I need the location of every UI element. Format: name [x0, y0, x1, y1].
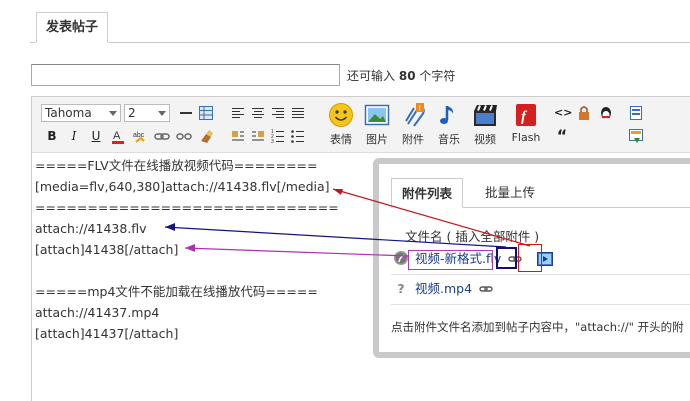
font-family-select[interactable]: Tahoma [41, 104, 121, 122]
page-icon[interactable] [628, 105, 644, 121]
attachment-help-text: 点击附件文件名添加到帖子内容中，"attach://" 开头的附 [391, 320, 684, 334]
quote-icon[interactable]: “ [554, 128, 570, 144]
font-size-select[interactable]: 2 [124, 104, 170, 122]
chevron-down-icon [158, 111, 166, 116]
chevron-down-icon [109, 111, 117, 116]
hide-content-icon[interactable] [576, 105, 592, 121]
attachment-tabs: 附件列表 批量上传 [391, 178, 690, 208]
divider [391, 274, 690, 275]
text-color-icon[interactable]: A [110, 128, 126, 144]
align-right-icon[interactable] [270, 105, 286, 121]
float-left-icon[interactable] [230, 128, 246, 144]
highlight-media-box [518, 244, 542, 272]
qq-icon[interactable] [598, 105, 614, 121]
content-line: [attach]41437[/attach] [35, 326, 179, 341]
remaining-chars: 还可输入 80 个字符 [347, 67, 455, 84]
link-icon[interactable] [154, 128, 170, 144]
remaining-prefix: 还可输入 [347, 69, 396, 83]
align-justify-icon[interactable] [290, 105, 306, 121]
editor-toolbar: Tahoma 2 B I U A abc 123 表情 图片 ! 附件 音乐 视… [32, 97, 690, 153]
divider [391, 304, 690, 305]
highlight-filename-box [408, 250, 493, 270]
clear-format-icon[interactable] [198, 128, 214, 144]
remaining-suffix: 个字符 [419, 69, 456, 83]
attachment-label: 附件 [402, 133, 424, 146]
content-line [35, 260, 375, 281]
music-label: 音乐 [438, 133, 460, 146]
smiley-button[interactable]: 表情 [324, 102, 358, 150]
ordered-list-icon[interactable]: 123 [270, 128, 286, 145]
video-icon [472, 102, 498, 128]
tab-post[interactable]: 发表帖子 [36, 12, 108, 43]
bold-icon[interactable]: B [44, 128, 60, 144]
underline-icon[interactable]: U [88, 128, 104, 144]
code-icon[interactable]: <> [554, 105, 572, 121]
attach-icon: ! [400, 102, 426, 128]
table-icon[interactable] [198, 105, 214, 121]
svg-text:abc: abc [133, 132, 145, 139]
italic-icon[interactable]: I [66, 128, 82, 144]
unordered-list-icon[interactable] [290, 128, 306, 144]
content-line: ============================= [35, 200, 339, 215]
unlink-icon[interactable] [176, 128, 192, 144]
font-size-value: 2 [128, 106, 136, 120]
svg-text:3: 3 [271, 139, 274, 144]
smile-icon [328, 102, 354, 128]
font-family-value: Tahoma [45, 106, 92, 120]
tab-attachment-list[interactable]: 附件列表 [391, 178, 464, 208]
align-center-icon[interactable] [250, 105, 266, 121]
content-line: attach://41437.mp4 [35, 305, 160, 320]
svg-text:A: A [113, 130, 121, 142]
image-label: 图片 [366, 133, 388, 146]
remaining-count: 80 [398, 69, 416, 83]
content-line: =====FLV文件在线播放视频代码======== [35, 158, 318, 173]
flash-label: Flash [511, 131, 541, 144]
bg-color-icon[interactable]: abc [132, 128, 148, 144]
image-icon [364, 102, 390, 128]
content-line: [media=flv,640,380]attach://41438.flv[/m… [35, 179, 330, 194]
flash-file-icon [393, 250, 409, 266]
content-line: attach://41438.flv [35, 221, 147, 236]
horizontal-rule-icon[interactable] [178, 105, 194, 121]
editor-content[interactable]: =====FLV文件在线播放视频代码======== [media=flv,64… [35, 155, 375, 344]
content-line: [attach]41438[/attach] [35, 242, 179, 257]
float-right-icon[interactable] [250, 128, 266, 144]
align-left-icon[interactable] [230, 105, 246, 121]
music-button[interactable]: 音乐 [432, 102, 466, 150]
attachment-link-mp4[interactable]: 视频.mp4 [415, 281, 472, 296]
attachment-button[interactable]: ! 附件 [396, 102, 430, 150]
image-button[interactable]: 图片 [360, 102, 394, 150]
content-line: =====mp4文件不能加载在线播放代码===== [35, 284, 318, 299]
tab-batch-upload[interactable]: 批量上传 [475, 178, 545, 208]
music-icon [436, 102, 462, 128]
subject-input[interactable] [31, 64, 340, 86]
flash-icon: f [513, 102, 539, 128]
video-label: 视频 [474, 133, 496, 146]
smiley-label: 表情 [330, 133, 352, 146]
insert-template-icon[interactable] [628, 128, 644, 144]
unknown-file-icon: ? [397, 281, 405, 296]
highlight-link-box [496, 247, 517, 269]
svg-text:!: ! [419, 106, 421, 113]
video-button[interactable]: 视频 [468, 102, 502, 150]
attachment-row: ? 视频.mp4 [393, 278, 493, 300]
tab-bar: 发表帖子 [30, 12, 690, 43]
flash-button[interactable]: f Flash [506, 102, 546, 150]
filename-header[interactable]: 文件名 ( 插入全部附件 ) [405, 226, 539, 245]
link-icon[interactable] [479, 280, 493, 292]
